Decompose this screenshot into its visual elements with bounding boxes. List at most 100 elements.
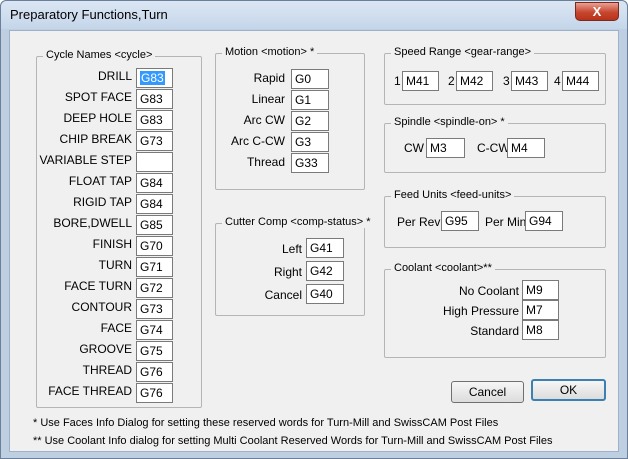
cycle-variable-step-field[interactable] xyxy=(136,152,173,172)
cutter-cancel-label: Cancel xyxy=(264,288,302,302)
dialog-window: Preparatory Functions,Turn X Cycle Names… xyxy=(0,0,628,459)
cutter-left-label: Left xyxy=(281,242,302,256)
cycle-thread-field[interactable]: G76 xyxy=(136,362,173,382)
cycle-face-value: G74 xyxy=(140,323,163,337)
feed-per-min-label: Per Min xyxy=(485,215,527,229)
feed-per-min-value: G94 xyxy=(529,214,552,228)
cycle-face-thread-value: G76 xyxy=(140,386,163,400)
coolant-high-pressure-field[interactable]: M7 xyxy=(522,300,559,320)
coolant-no-coolant-value: M9 xyxy=(526,283,543,297)
cycle-face-thread-label: FACE THREAD xyxy=(48,384,132,398)
title-bar[interactable]: Preparatory Functions,Turn X xyxy=(1,1,627,29)
cutter-comp-title: Cutter Comp <comp-status> * xyxy=(222,216,374,228)
ok-button[interactable]: OK xyxy=(531,379,606,401)
cancel-button[interactable]: Cancel xyxy=(451,381,524,403)
cycle-thread-label: THREAD xyxy=(82,363,132,377)
cycle-finish-value: G70 xyxy=(140,239,163,253)
coolant-high-pressure-label: High Pressure xyxy=(442,304,519,318)
cycle-chip-break-field[interactable]: G73 xyxy=(136,131,173,151)
footnote-coolant: ** Use Coolant Info dialog for setting M… xyxy=(33,435,553,447)
coolant-no-coolant-field[interactable]: M9 xyxy=(522,280,559,300)
cycle-drill-field[interactable]: G83 xyxy=(136,68,173,88)
speed-range-4-field[interactable]: M44 xyxy=(562,71,599,91)
cycle-spot-face-field[interactable]: G83 xyxy=(136,89,173,109)
spindle-ccw-label: C-CW xyxy=(477,141,510,155)
cycle-turn-label: TURN xyxy=(98,258,132,272)
cycle-face-field[interactable]: G74 xyxy=(136,320,173,340)
feed-units-title: Feed Units <feed-units> xyxy=(391,189,515,201)
speed-range-2-field[interactable]: M42 xyxy=(456,71,493,91)
feed-per-rev-field[interactable]: G95 xyxy=(441,211,479,231)
cycle-variable-step-label: VARIABLE STEP xyxy=(39,153,132,167)
cycle-bore-dwell-field[interactable]: G85 xyxy=(136,215,173,235)
speed-range-3-field[interactable]: M43 xyxy=(511,71,548,91)
cycle-chip-break-label: CHIP BREAK xyxy=(59,132,132,146)
cutter-left-field[interactable]: G41 xyxy=(306,238,344,258)
motion-arc-cw-field[interactable]: G2 xyxy=(291,111,329,131)
cycle-contour-field[interactable]: G73 xyxy=(136,299,173,319)
cycle-spot-face-value: G83 xyxy=(140,92,163,106)
motion-rapid-label: Rapid xyxy=(253,71,285,85)
cycle-face-turn-label: FACE TURN xyxy=(64,279,132,293)
speed-range-1-label: 1 xyxy=(394,74,401,88)
cycle-contour-label: CONTOUR xyxy=(71,300,132,314)
cycle-drill-value: G83 xyxy=(140,71,165,85)
cycle-face-thread-field[interactable]: G76 xyxy=(136,383,173,403)
motion-arc-cw-value: G2 xyxy=(295,114,312,128)
spindle-cw-label: CW xyxy=(404,141,424,155)
cycle-groove-label: GROOVE xyxy=(79,342,132,356)
speed-range-3-label: 3 xyxy=(503,74,510,88)
cycle-groove-field[interactable]: G75 xyxy=(136,341,173,361)
feed-per-rev-label: Per Rev xyxy=(397,215,441,229)
cycle-face-turn-value: G72 xyxy=(140,281,163,295)
spindle-ccw-field[interactable]: M4 xyxy=(507,138,545,158)
cycle-face-turn-field[interactable]: G72 xyxy=(136,278,173,298)
motion-rapid-field[interactable]: G0 xyxy=(291,69,329,89)
cycle-turn-field[interactable]: G71 xyxy=(136,257,173,277)
feed-per-min-field[interactable]: G94 xyxy=(525,211,563,231)
motion-thread-value: G33 xyxy=(295,156,318,170)
speed-range-title: Speed Range <gear-range> xyxy=(391,46,534,58)
cycle-drill-label: DRILL xyxy=(97,69,132,83)
cycle-names-title: Cycle Names <cycle> xyxy=(43,49,156,61)
cycle-chip-break-value: G73 xyxy=(140,134,163,148)
speed-range-3-value: M43 xyxy=(515,74,539,88)
cycle-contour-value: G73 xyxy=(140,302,163,316)
motion-linear-value: G1 xyxy=(295,93,312,107)
coolant-high-pressure-value: M7 xyxy=(526,303,543,317)
motion-linear-label: Linear xyxy=(251,92,285,106)
cycle-float-tap-field[interactable]: G84 xyxy=(136,173,173,193)
motion-arc-cw-label: Arc CW xyxy=(243,113,285,127)
speed-range-2-value: M42 xyxy=(460,74,484,88)
cycle-rigid-tap-label: RIGID TAP xyxy=(73,195,132,209)
cycle-finish-field[interactable]: G70 xyxy=(136,236,173,256)
cycle-float-tap-label: FLOAT TAP xyxy=(68,174,132,188)
speed-range-1-field[interactable]: M41 xyxy=(402,71,439,91)
spindle-cw-field[interactable]: M3 xyxy=(426,138,465,158)
cycle-deep-hole-value: G83 xyxy=(140,113,163,127)
coolant-title: Coolant <coolant>** xyxy=(391,262,495,274)
cycle-groove-value: G75 xyxy=(140,344,163,358)
cycle-rigid-tap-value: G84 xyxy=(140,197,163,211)
cycle-deep-hole-field[interactable]: G83 xyxy=(136,110,173,130)
cutter-cancel-field[interactable]: G40 xyxy=(306,284,344,304)
cutter-right-field[interactable]: G42 xyxy=(306,261,344,281)
speed-range-4-label: 4 xyxy=(554,74,561,88)
coolant-standard-field[interactable]: M8 xyxy=(522,320,559,340)
footnote-faces: * Use Faces Info Dialog for setting thes… xyxy=(33,417,499,429)
cutter-right-label: Right xyxy=(273,265,302,279)
feed-per-rev-value: G95 xyxy=(445,214,468,228)
motion-arc-c-cw-field[interactable]: G3 xyxy=(291,132,329,152)
close-button[interactable]: X xyxy=(575,2,619,21)
cycle-face-label: FACE xyxy=(100,321,132,335)
speed-range-1-value: M41 xyxy=(406,74,430,88)
cycle-rigid-tap-field[interactable]: G84 xyxy=(136,194,173,214)
cycle-bore-dwell-label: BORE,DWELL xyxy=(53,216,132,230)
cutter-right-value: G42 xyxy=(310,264,333,278)
spindle-title: Spindle <spindle-on> * xyxy=(391,116,508,128)
cycle-finish-label: FINISH xyxy=(92,237,132,251)
motion-thread-field[interactable]: G33 xyxy=(291,153,329,173)
motion-arc-c-cw-value: G3 xyxy=(295,135,312,149)
motion-linear-field[interactable]: G1 xyxy=(291,90,329,110)
spindle-cw-value: M3 xyxy=(430,141,447,155)
